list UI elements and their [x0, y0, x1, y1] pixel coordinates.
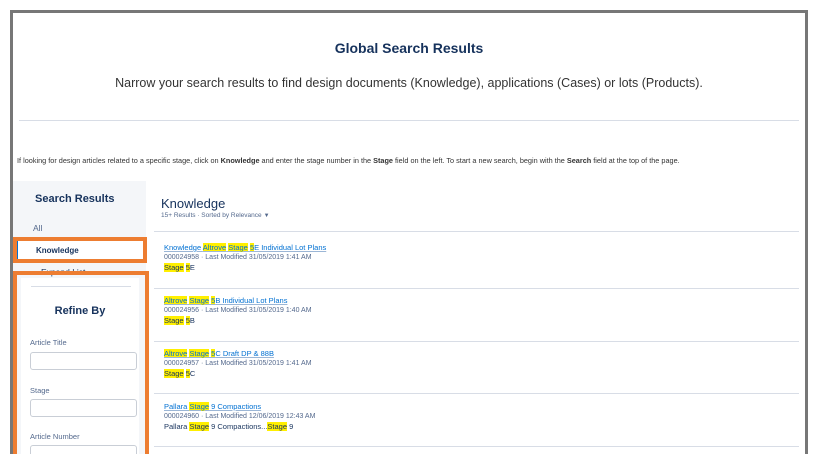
result-snippet: Stage 5E [164, 263, 195, 272]
caret-down-icon: ▼ [263, 213, 270, 219]
page-subtitle: Narrow your search results to find desig… [115, 76, 703, 90]
results-sort-menu[interactable]: 15+ Results · Sorted by Relevance ▼ [161, 212, 270, 219]
result-item: Altrove Stage 5C Draft DP & 88B 00002495… [164, 349, 312, 378]
result-snippet: Stage 5B [164, 316, 195, 325]
result-item: Pallara Stage 9 Compactions 000024960 · … [164, 402, 315, 431]
result-item: Knowledge Altrove Stage 5E Individual Lo… [164, 243, 326, 272]
result-meta: 000024957 · Last Modified 31/05/2019 1:4… [164, 360, 312, 367]
result-divider [154, 341, 799, 342]
result-snippet: Stage 5C [164, 369, 196, 378]
results-count-sort: 15+ Results · Sorted by Relevance [161, 212, 262, 219]
result-meta: 000024960 · Last Modified 12/06/2019 12:… [164, 413, 316, 420]
result-title-link[interactable]: Knowledge Altrove Stage 5E Individual Lo… [164, 243, 326, 252]
instruction-text: If looking for design articles related t… [17, 156, 680, 165]
result-divider [154, 446, 799, 447]
page-frame: Global Search Results Narrow your search… [10, 10, 808, 454]
result-meta: 000024958 · Last Modified 31/05/2019 1:4… [164, 254, 312, 261]
refine-callout-box [13, 271, 149, 454]
result-meta: 000024956 · Last Modified 31/05/2019 1:4… [164, 307, 312, 314]
result-divider [154, 288, 799, 289]
result-item: Altrove Stage 5B Individual Lot Plans 00… [164, 296, 312, 325]
sidebar-item-all[interactable]: All [33, 223, 42, 233]
header-divider [19, 120, 799, 121]
result-title-link[interactable]: Altrove Stage 5B Individual Lot Plans [164, 296, 312, 305]
result-title-link[interactable]: Pallara Stage 9 Compactions [164, 402, 315, 411]
search-results-heading: Search Results [35, 193, 115, 205]
knowledge-callout-box [13, 237, 147, 263]
result-snippet: Pallara Stage 9 Compactions...Stage 9 [164, 422, 294, 431]
results-divider [154, 231, 799, 232]
result-divider [154, 393, 799, 394]
results-heading: Knowledge [161, 196, 226, 211]
page-title: Global Search Results [334, 40, 484, 56]
result-title-link[interactable]: Altrove Stage 5C Draft DP & 88B [164, 349, 312, 358]
